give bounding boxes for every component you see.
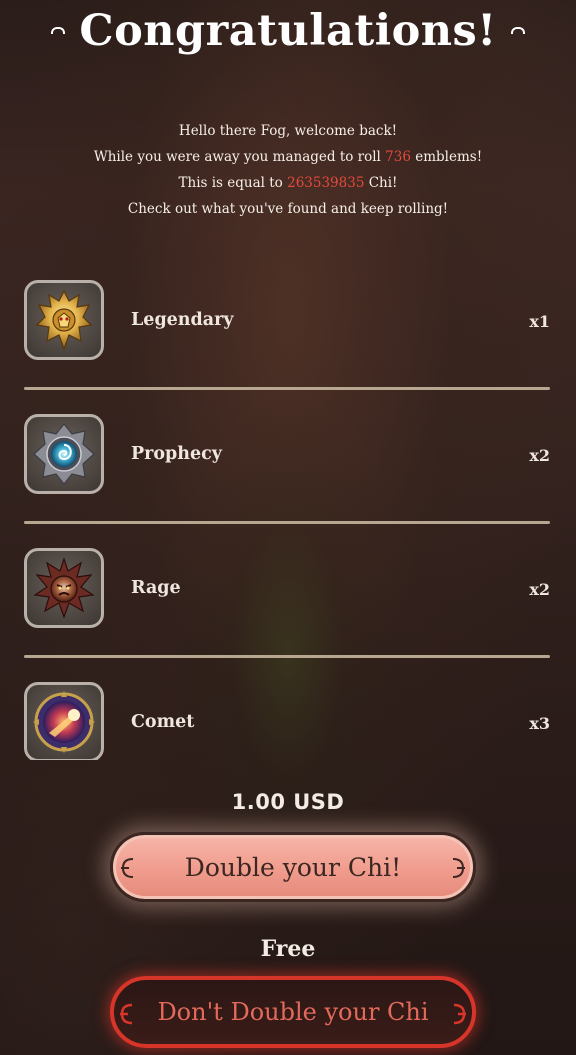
rage-emblem-icon bbox=[24, 548, 104, 628]
emblem-row-rage: Rage x2 bbox=[24, 536, 550, 670]
title-ornament-left-icon bbox=[51, 27, 66, 35]
prophecy-emblem-icon bbox=[24, 414, 104, 494]
emblem-count: x2 bbox=[529, 580, 550, 599]
dont-double-chi-button[interactable]: Don't Double your Chi bbox=[110, 976, 476, 1048]
button-ornament-right-icon bbox=[452, 858, 465, 878]
emblem-count: x2 bbox=[529, 446, 550, 465]
divider bbox=[24, 387, 550, 390]
encouragement-line: Check out what you've found and keep rol… bbox=[127, 201, 449, 217]
button-ornament-right-icon bbox=[453, 1003, 466, 1025]
emblem-row-legendary: Legendary x1 bbox=[24, 268, 550, 402]
header: Congratulations! bbox=[0, 0, 576, 62]
divider bbox=[24, 521, 550, 524]
greeting-line: Hello there Fog, welcome back! bbox=[178, 123, 398, 139]
dont-double-chi-label: Don't Double your Chi bbox=[157, 998, 429, 1026]
emblem-name: Rage bbox=[131, 578, 181, 598]
free-label: Free bbox=[260, 936, 316, 962]
page-title: Congratulations! bbox=[79, 6, 497, 56]
emblem-count: x1 bbox=[529, 312, 550, 331]
comet-emblem-icon bbox=[24, 682, 104, 760]
emblem-name: Prophecy bbox=[131, 444, 222, 464]
emblem-row-prophecy: Prophecy x2 bbox=[24, 402, 550, 536]
emblem-count: x3 bbox=[529, 714, 550, 733]
divider bbox=[24, 655, 550, 658]
chi-total-line: This is equal to 263539835 Chi! bbox=[178, 175, 398, 191]
welcome-message: Hello there Fog, welcome back! While you… bbox=[0, 118, 576, 222]
emblem-count: 736 bbox=[385, 149, 411, 165]
legendary-emblem-icon bbox=[24, 280, 104, 360]
title-ornament-right-icon bbox=[510, 27, 525, 35]
button-ornament-left-icon bbox=[120, 1003, 133, 1025]
double-chi-label: Double your Chi! bbox=[184, 852, 402, 882]
emblem-roll-line: While you were away you managed to roll … bbox=[93, 149, 483, 165]
double-chi-button[interactable]: Double your Chi! bbox=[110, 832, 476, 902]
emblem-row-comet: Comet x3 bbox=[24, 670, 550, 760]
emblem-list[interactable]: Legendary x1 Prophecy x2 Rage x2 Comet x… bbox=[24, 268, 550, 760]
emblem-name: Comet bbox=[131, 712, 195, 732]
price-label: 1.00 USD bbox=[231, 790, 345, 814]
emblem-name: Legendary bbox=[131, 310, 234, 330]
button-ornament-left-icon bbox=[121, 858, 134, 878]
chi-amount: 263539835 bbox=[287, 175, 365, 191]
